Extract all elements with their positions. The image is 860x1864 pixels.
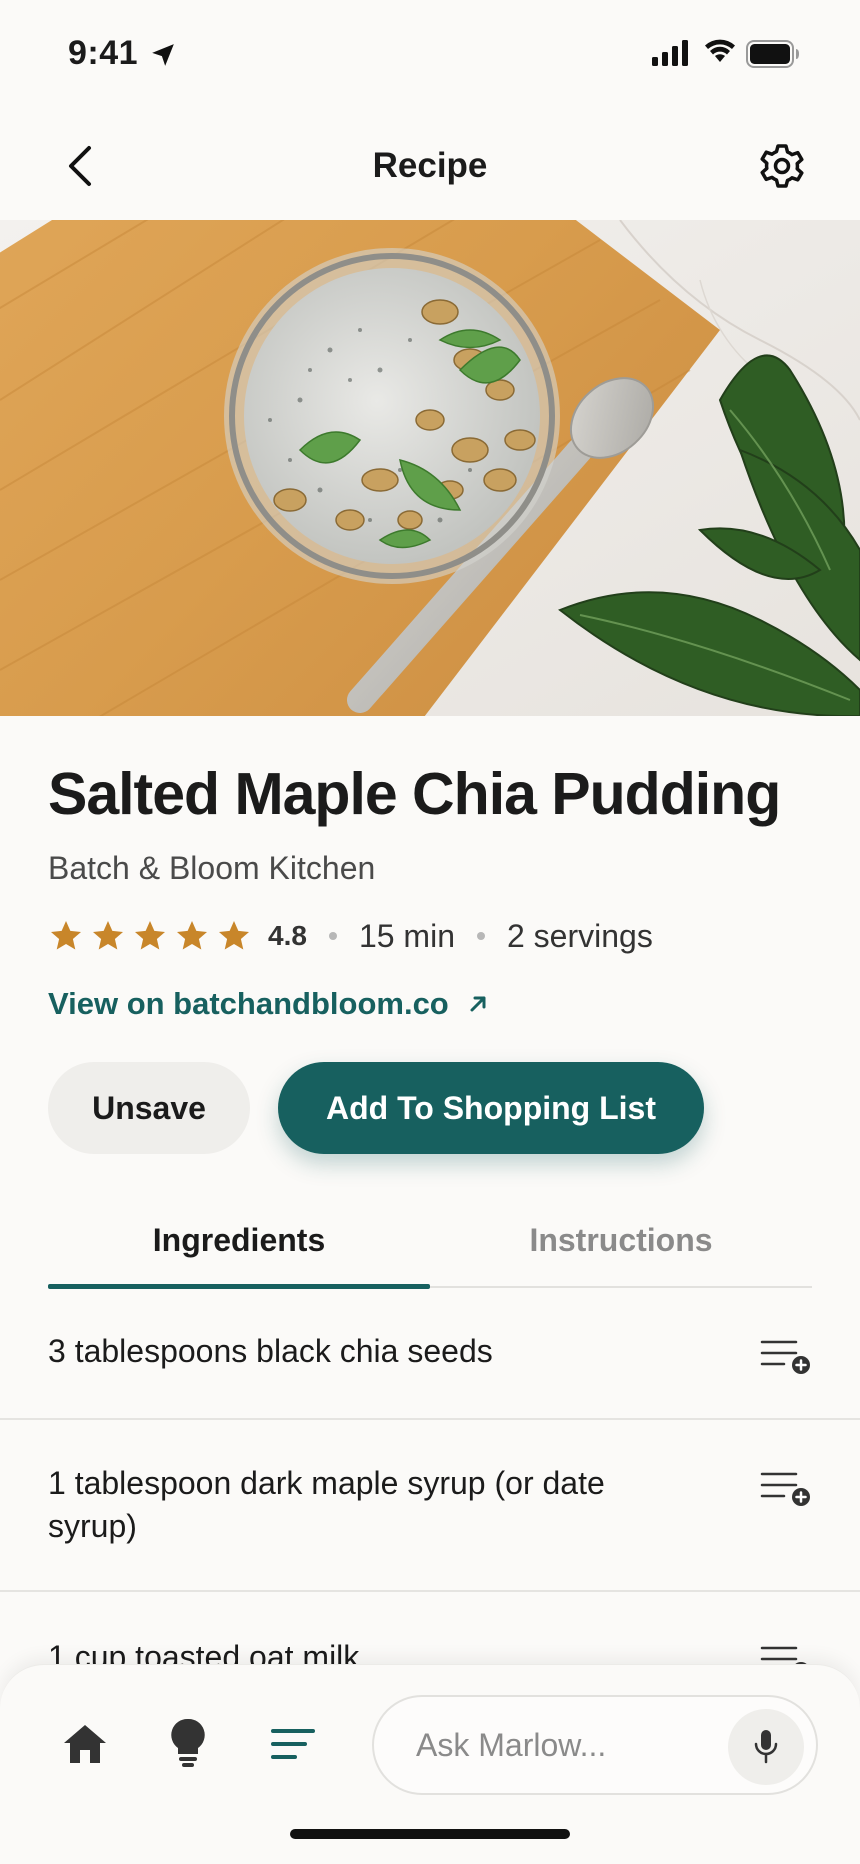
ingredient-row: 3 tablespoons black chia seeds xyxy=(0,1290,860,1420)
star-icon xyxy=(51,921,81,950)
ask-input[interactable]: Ask Marlow... xyxy=(372,1695,818,1795)
ask-placeholder: Ask Marlow... xyxy=(416,1727,607,1763)
home-icon[interactable] xyxy=(62,1721,108,1767)
home-indicator xyxy=(290,1829,570,1839)
separator-dot xyxy=(328,932,337,940)
ingredient-text: 3 tablespoons black chia seeds xyxy=(48,1333,493,1369)
chia-pudding-illustration xyxy=(0,220,860,716)
battery-icon xyxy=(746,40,799,68)
tab-ingredients[interactable]: Ingredients xyxy=(48,1210,430,1288)
source-link-label: View on batchandbloom.co xyxy=(48,986,449,1021)
ingredient-text: 1 tablespoon dark maple syrup (or date s… xyxy=(48,1465,605,1544)
servings: 2 servings xyxy=(506,917,653,954)
star-icon xyxy=(93,921,123,950)
active-tab-indicator xyxy=(48,1284,430,1289)
gear-icon xyxy=(760,144,804,188)
settings-button[interactable] xyxy=(756,140,808,192)
prep-time: 15 min xyxy=(358,917,455,954)
star-icon xyxy=(219,921,249,950)
location-arrow-icon xyxy=(152,44,174,66)
microphone-icon xyxy=(754,1730,778,1764)
recipe-tabs: Ingredients Instructions xyxy=(48,1210,812,1289)
unsave-button[interactable]: Unsave xyxy=(48,1062,250,1154)
wifi-icon xyxy=(705,39,735,62)
tab-instructions[interactable]: Instructions xyxy=(430,1210,812,1288)
separator-dot xyxy=(476,932,485,940)
status-time: 9:41 xyxy=(68,34,139,72)
ingredient-row: 1 tablespoon dark maple syrup (or date s… xyxy=(0,1420,860,1592)
star-rating xyxy=(48,918,258,954)
add-to-list-icon[interactable] xyxy=(760,1468,812,1508)
page-title: Recipe xyxy=(372,146,488,185)
status-bar: 9:41 xyxy=(0,0,860,110)
lightbulb-icon[interactable] xyxy=(168,1717,208,1769)
recipe-meta-row: 4.8 15 min 2 servings xyxy=(48,912,653,960)
source-link[interactable]: View on batchandbloom.co xyxy=(48,986,489,1022)
add-to-list-icon[interactable] xyxy=(760,1336,812,1376)
recipe-hero-image xyxy=(0,220,860,716)
recipe-source: Batch & Bloom Kitchen xyxy=(48,850,376,886)
rating-value: 4.8 xyxy=(268,920,307,951)
mic-button[interactable] xyxy=(728,1709,804,1785)
add-to-shopping-list-button[interactable]: Add To Shopping List xyxy=(278,1062,704,1154)
star-icon xyxy=(177,921,207,950)
star-icon xyxy=(135,921,165,950)
cellular-signal-icon xyxy=(652,40,688,66)
recipe-title: Salted Maple Chia Pudding xyxy=(48,761,781,827)
nav-header: Recipe xyxy=(0,110,860,220)
recipe-list-icon[interactable] xyxy=(270,1725,316,1765)
external-link-icon xyxy=(470,996,486,1012)
